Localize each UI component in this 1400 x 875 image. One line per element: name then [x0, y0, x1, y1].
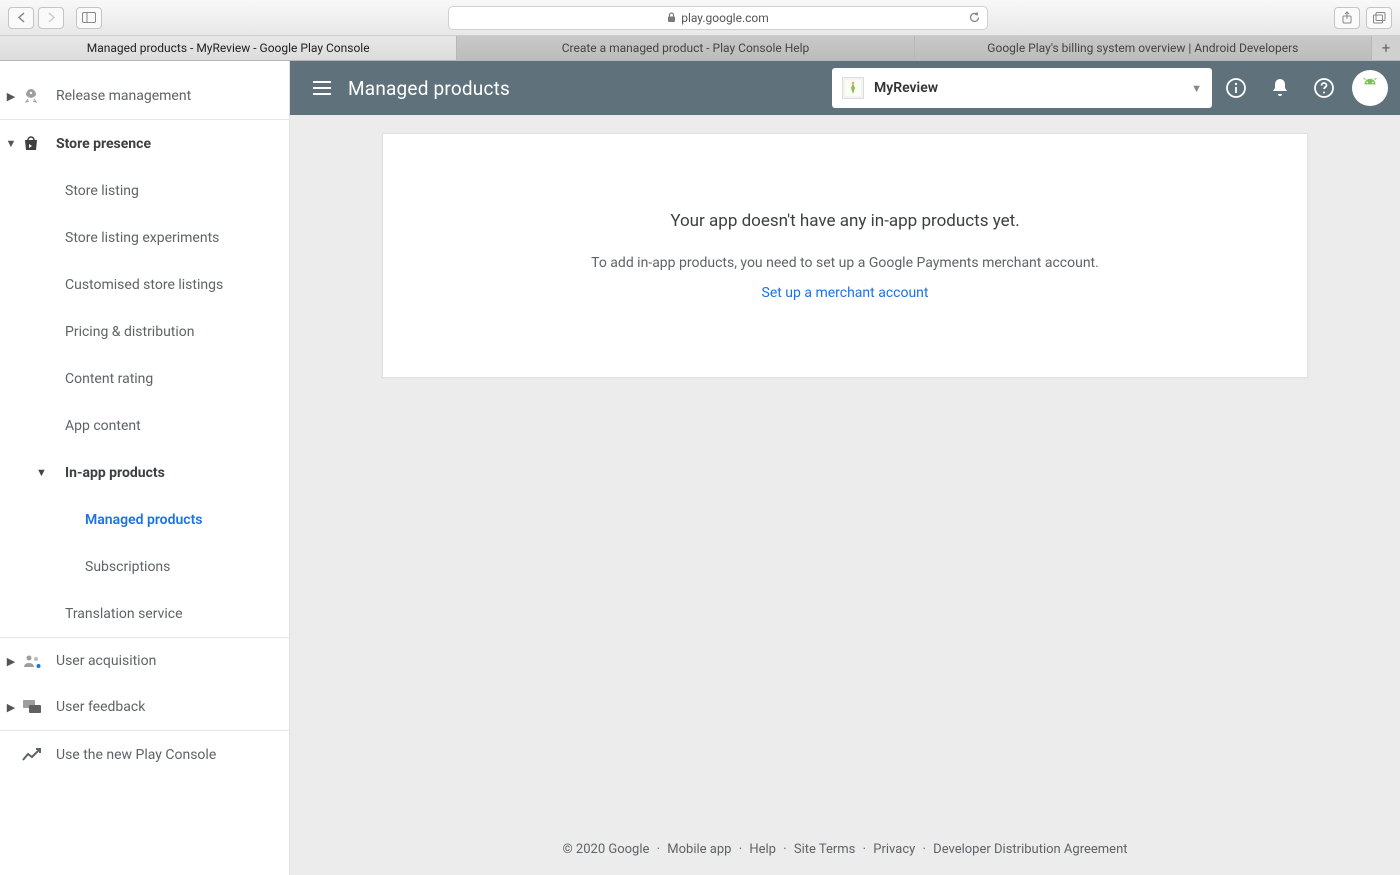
sidebar-sub-translation-service[interactable]: Translation service	[0, 590, 289, 637]
footer-copyright: © 2020 Google	[562, 842, 649, 857]
forward-button[interactable]	[38, 7, 64, 29]
sidebar-item-label: Use the new Play Console	[56, 747, 216, 763]
share-button[interactable]	[1334, 7, 1360, 29]
sidebar-sub-app-content[interactable]: App content	[0, 402, 289, 449]
main: Managed products MyReview ▼	[290, 61, 1400, 875]
sidebar-item-label: User feedback	[56, 699, 145, 715]
users-icon	[22, 653, 56, 669]
sidebar: ▶ Release management ▼ Store presence St…	[0, 61, 290, 875]
reload-button[interactable]	[968, 11, 981, 24]
sidebar-sub-store-listing[interactable]: Store listing	[0, 167, 289, 214]
tabs-button[interactable]	[1366, 7, 1392, 29]
sidebar-sub-customised-store-listings[interactable]: Customised store listings	[0, 261, 289, 308]
sidebar-toggle-button[interactable]	[76, 7, 102, 29]
help-button[interactable]	[1304, 68, 1344, 108]
sidebar-item-label: User acquisition	[56, 653, 156, 669]
sidebar-item-use-new-console[interactable]: Use the new Play Console	[0, 731, 289, 778]
sidebar-sub-content-rating[interactable]: Content rating	[0, 355, 289, 402]
sidebar-sub2-managed-products[interactable]: Managed products	[0, 496, 289, 543]
sidebar-sub2-subscriptions[interactable]: Subscriptions	[0, 543, 289, 590]
footer-link-help[interactable]: Help	[749, 842, 776, 857]
app-picker-name: MyReview	[874, 80, 938, 96]
tab-bar: Managed products - MyReview - Google Pla…	[0, 36, 1400, 61]
browser-tab-1[interactable]: Create a managed product - Play Console …	[457, 36, 914, 60]
footer-link-dda[interactable]: Developer Distribution Agreement	[933, 842, 1127, 857]
browser-tab-0[interactable]: Managed products - MyReview - Google Pla…	[0, 36, 457, 60]
hamburger-button[interactable]	[302, 68, 342, 108]
empty-state-card: Your app doesn't have any in-app product…	[382, 133, 1308, 378]
account-avatar[interactable]	[1352, 70, 1388, 106]
sidebar-item-label: Release management	[56, 88, 191, 104]
browser-tab-2[interactable]: Google Play's billing system overview | …	[915, 36, 1372, 60]
sidebar-item-user-acquisition[interactable]: ▶ User acquisition	[0, 637, 289, 684]
chevron-right-icon: ▶	[0, 655, 22, 668]
chevron-down-icon: ▼	[36, 466, 47, 479]
content: Your app doesn't have any in-app product…	[290, 115, 1400, 875]
chevron-right-icon: ▶	[0, 90, 22, 103]
notifications-button[interactable]	[1260, 68, 1300, 108]
app-picker[interactable]: MyReview ▼	[832, 68, 1212, 108]
sidebar-sub-pricing-distribution[interactable]: Pricing & distribution	[0, 308, 289, 355]
sidebar-item-store-presence[interactable]: ▼ Store presence	[0, 120, 289, 167]
footer: © 2020 Google · Mobile app · Help · Site…	[290, 842, 1400, 857]
trending-icon	[22, 748, 56, 762]
app-icon	[842, 77, 864, 99]
sidebar-sub-inapp-products[interactable]: ▼ In-app products	[0, 449, 289, 496]
back-button[interactable]	[8, 7, 34, 29]
setup-merchant-link[interactable]: Set up a merchant account	[762, 285, 929, 301]
chevron-down-icon: ▼	[1191, 82, 1202, 95]
address-bar-text: play.google.com	[681, 11, 769, 25]
topbar: Managed products MyReview ▼	[290, 61, 1400, 115]
address-bar[interactable]: play.google.com	[448, 6, 988, 30]
empty-state-body: To add in-app products, you need to set …	[591, 255, 1099, 271]
sidebar-item-label: Store presence	[56, 136, 151, 152]
empty-state-heading: Your app doesn't have any in-app product…	[670, 211, 1019, 231]
footer-link-mobile-app[interactable]: Mobile app	[667, 842, 731, 857]
browser-toolbar: play.google.com	[0, 0, 1400, 36]
shop-bag-icon	[22, 135, 56, 153]
sidebar-item-user-feedback[interactable]: ▶ User feedback	[0, 684, 289, 731]
chat-icon	[22, 699, 56, 715]
footer-link-site-terms[interactable]: Site Terms	[794, 842, 856, 857]
rocket-icon	[22, 87, 56, 105]
sidebar-sub-store-listing-experiments[interactable]: Store listing experiments	[0, 214, 289, 261]
chevron-right-icon: ▶	[0, 701, 22, 714]
chevron-down-icon: ▼	[0, 137, 22, 150]
sidebar-item-release-management[interactable]: ▶ Release management	[0, 73, 289, 120]
lock-icon	[667, 12, 676, 23]
footer-link-privacy[interactable]: Privacy	[873, 842, 915, 857]
new-tab-button[interactable]: +	[1372, 36, 1400, 60]
page-title: Managed products	[348, 77, 510, 100]
info-button[interactable]	[1216, 68, 1256, 108]
